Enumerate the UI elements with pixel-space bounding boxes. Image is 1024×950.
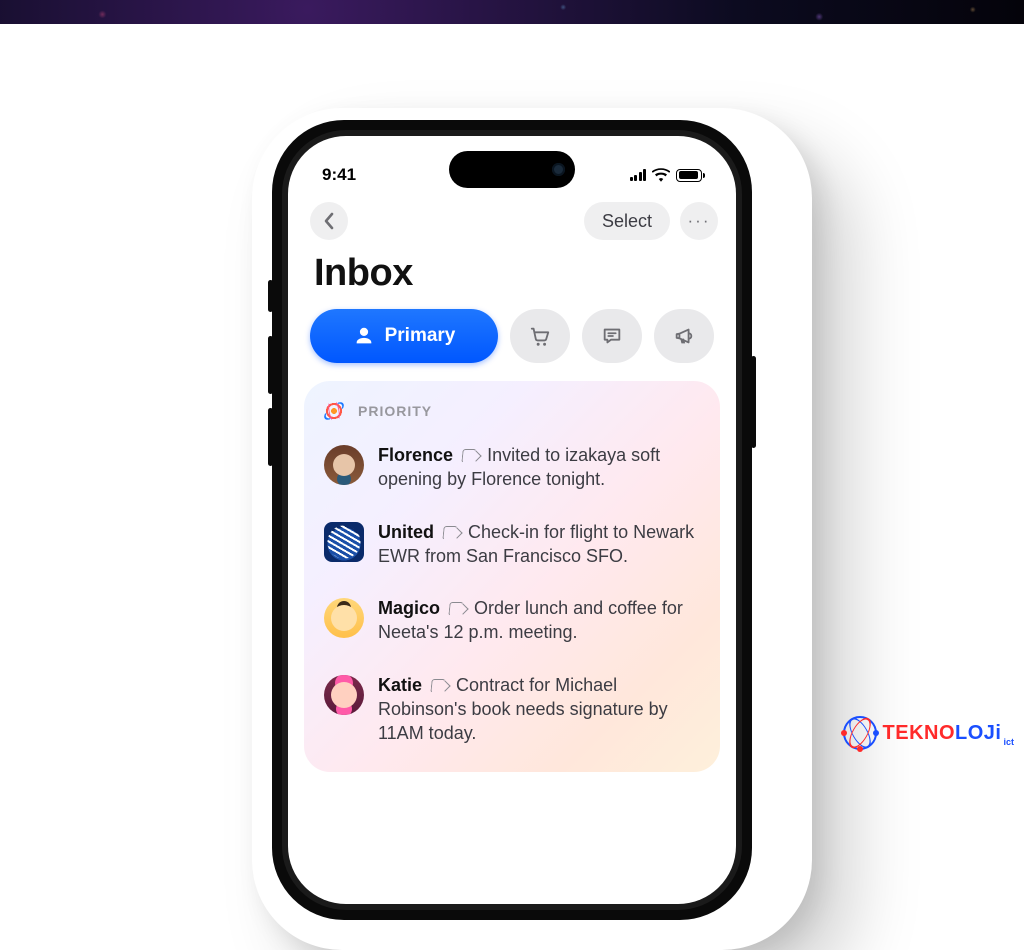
wifi-icon xyxy=(652,168,670,182)
category-tabs: Primary xyxy=(288,309,736,381)
back-button[interactable] xyxy=(310,202,348,240)
more-button[interactable]: ··· xyxy=(680,202,718,240)
avatar xyxy=(324,675,364,715)
cart-icon xyxy=(529,325,551,347)
avatar xyxy=(324,598,364,638)
avatar xyxy=(324,522,364,562)
chevron-left-icon xyxy=(323,212,335,230)
cellular-signal-icon xyxy=(630,169,647,181)
priority-card: PRIORITY Florence Invited to izakaya sof… xyxy=(304,381,720,772)
watermark-text: TEKNOLOJi xyxy=(883,722,1002,745)
phone-mute-switch xyxy=(268,280,273,312)
summary-icon xyxy=(431,678,449,692)
summary-icon xyxy=(449,601,467,615)
tab-promotions[interactable] xyxy=(654,309,714,363)
phone-power-button xyxy=(751,356,756,448)
apple-intelligence-icon xyxy=(319,396,350,427)
phone-volume-down xyxy=(268,408,273,466)
front-camera-icon xyxy=(552,163,565,176)
nav-row: Select ··· xyxy=(288,196,736,250)
dynamic-island xyxy=(449,151,575,188)
sender-name: United xyxy=(378,522,434,542)
tab-primary[interactable]: Primary xyxy=(310,309,498,363)
priority-label: PRIORITY xyxy=(358,403,432,419)
message-body: Magico Order lunch and coffee for Neeta'… xyxy=(378,596,700,645)
phone-screen: 9:41 Select ··· Inbox xyxy=(288,136,736,904)
sender-name: Florence xyxy=(378,445,453,465)
tab-updates[interactable] xyxy=(582,309,642,363)
person-icon xyxy=(353,325,375,347)
priority-item[interactable]: Katie Contract for Michael Robinson's bo… xyxy=(322,663,702,764)
summary-icon xyxy=(462,448,480,462)
site-watermark: TEKNOLOJi ict xyxy=(843,716,1014,750)
phone-volume-up xyxy=(268,336,273,394)
message-icon xyxy=(601,325,623,347)
message-body: Florence Invited to izakaya soft opening… xyxy=(378,443,700,492)
message-body: Katie Contract for Michael Robinson's bo… xyxy=(378,673,700,746)
message-summary: Contract for Michael Robinson's book nee… xyxy=(378,675,668,744)
tab-primary-label: Primary xyxy=(385,325,456,347)
select-button[interactable]: Select xyxy=(584,202,670,240)
summary-icon xyxy=(443,525,461,539)
sender-name: Katie xyxy=(378,675,422,695)
avatar xyxy=(324,445,364,485)
message-body: United Check-in for flight to Newark EWR… xyxy=(378,520,700,569)
priority-item[interactable]: United Check-in for flight to Newark EWR… xyxy=(322,510,702,587)
sender-name: Magico xyxy=(378,598,440,618)
tab-shopping[interactable] xyxy=(510,309,570,363)
megaphone-icon xyxy=(673,325,695,347)
status-time: 9:41 xyxy=(322,165,356,185)
priority-item[interactable]: Florence Invited to izakaya soft opening… xyxy=(322,433,702,510)
watermark-logo-icon xyxy=(843,716,877,750)
priority-item[interactable]: Magico Order lunch and coffee for Neeta'… xyxy=(322,586,702,663)
phone-mockup: 9:41 Select ··· Inbox xyxy=(272,120,752,920)
page-title: Inbox xyxy=(288,250,736,309)
page-top-banner xyxy=(0,0,1024,24)
watermark-sub: ict xyxy=(1003,737,1014,747)
battery-icon xyxy=(676,169,702,182)
